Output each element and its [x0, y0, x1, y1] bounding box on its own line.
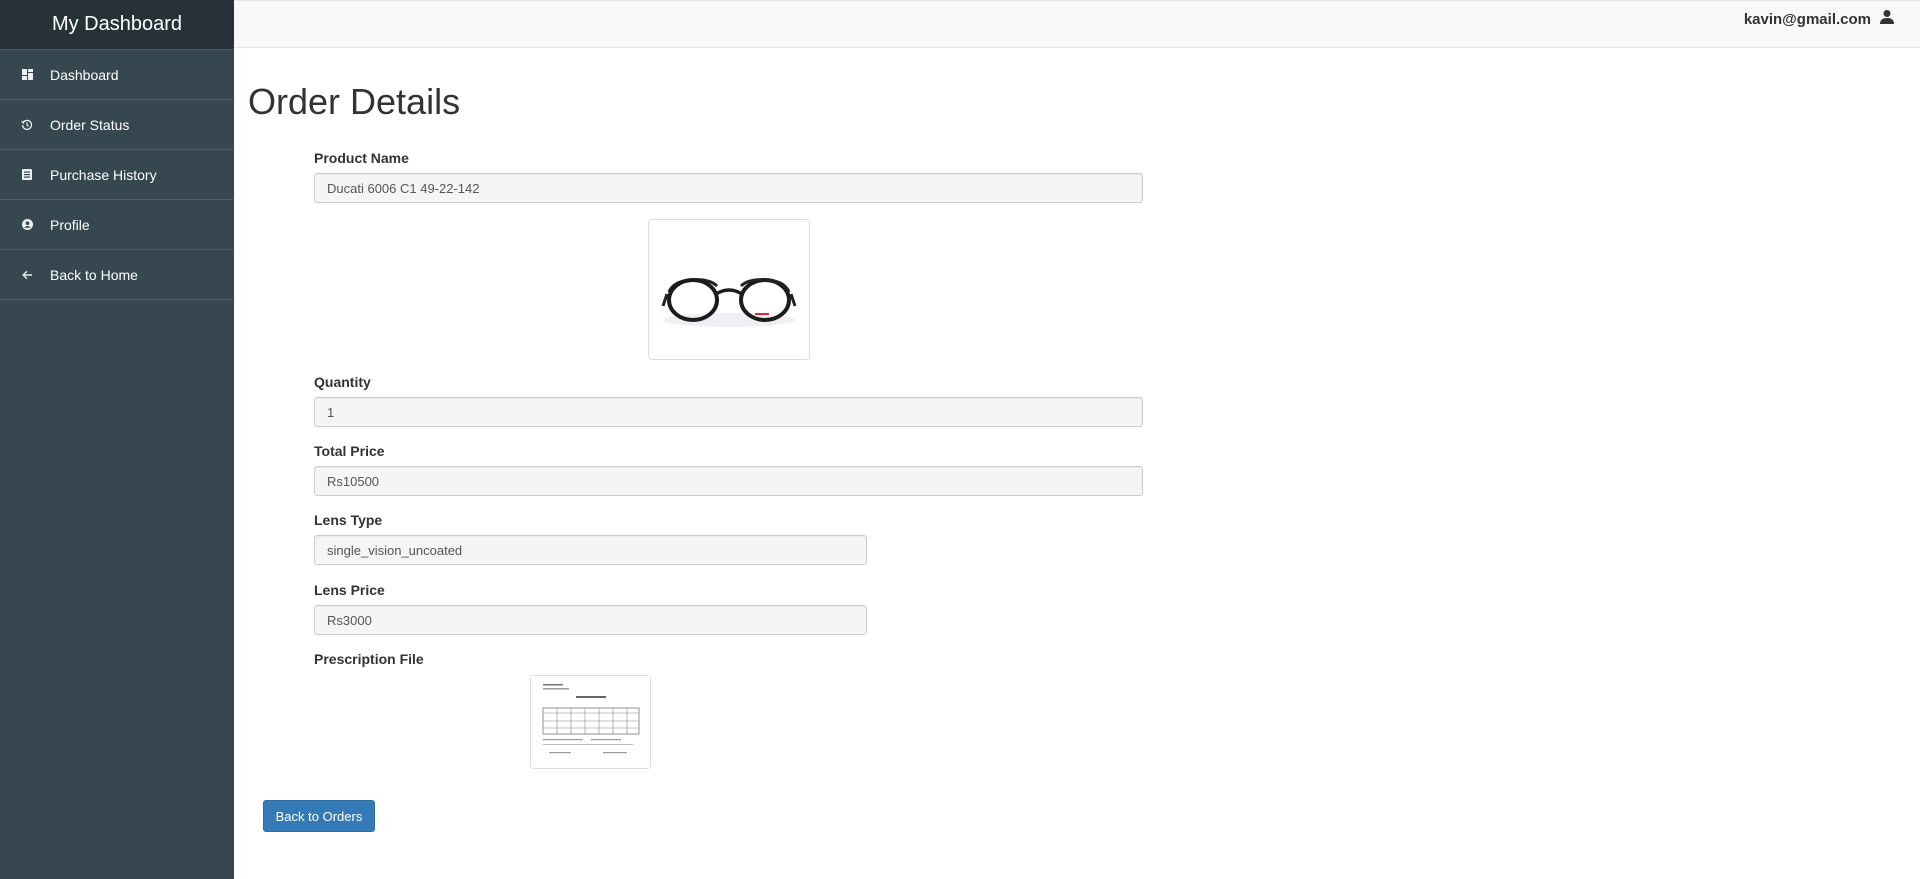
- main-content: Order Details Product Name Ducati 6006 C…: [234, 47, 1920, 879]
- sidebar: My Dashboard Dashboard Order Status Purc…: [0, 0, 234, 879]
- lens-price-field[interactable]: Rs3000: [314, 605, 867, 635]
- sidebar-item-label: Profile: [50, 216, 90, 233]
- product-name-field[interactable]: Ducati 6006 C1 49-22-142: [314, 173, 1143, 203]
- lens-type-label: Lens Type: [314, 512, 383, 528]
- total-price-label: Total Price: [314, 443, 385, 459]
- page-title: Order Details: [248, 81, 461, 122]
- sidebar-item-label: Back to Home: [50, 266, 138, 283]
- quantity-label: Quantity: [314, 374, 371, 390]
- quantity-field[interactable]: 1: [314, 397, 1143, 427]
- sidebar-item-profile[interactable]: Profile: [0, 200, 234, 250]
- sidebar-item-back-to-home[interactable]: Back to Home: [0, 250, 234, 300]
- list-icon: [21, 169, 33, 181]
- total-price-field[interactable]: Rs10500: [314, 466, 1143, 496]
- back-to-orders-button[interactable]: Back to Orders: [263, 800, 375, 832]
- prescription-document-image: [531, 676, 650, 768]
- eyeglasses-image: [661, 278, 797, 327]
- user-icon: [1879, 9, 1895, 29]
- sidebar-item-dashboard[interactable]: Dashboard: [0, 50, 234, 100]
- sidebar-item-order-status[interactable]: Order Status: [0, 100, 234, 150]
- prescription-file-image[interactable]: [530, 675, 651, 769]
- lens-type-field[interactable]: single_vision_uncoated: [314, 535, 867, 565]
- dashboard-icon: [21, 69, 33, 81]
- arrow-left-icon: [21, 269, 33, 281]
- top-navbar: kavin@gmail.com: [234, 0, 1920, 48]
- brand-title: My Dashboard: [0, 0, 234, 50]
- prescription-file-label: Prescription File: [314, 651, 424, 667]
- user-menu[interactable]: kavin@gmail.com: [1744, 9, 1895, 29]
- history-icon: [21, 119, 33, 131]
- sidebar-item-label: Order Status: [50, 116, 130, 133]
- sidebar-item-label: Purchase History: [50, 166, 157, 183]
- user-circle-icon: [21, 219, 33, 231]
- user-email: kavin@gmail.com: [1743, 10, 1871, 28]
- sidebar-item-label: Dashboard: [50, 66, 119, 83]
- lens-price-label: Lens Price: [314, 582, 385, 598]
- product-name-label: Product Name: [314, 150, 409, 166]
- sidebar-item-purchase-history[interactable]: Purchase History: [0, 150, 234, 200]
- product-image: [648, 219, 810, 360]
